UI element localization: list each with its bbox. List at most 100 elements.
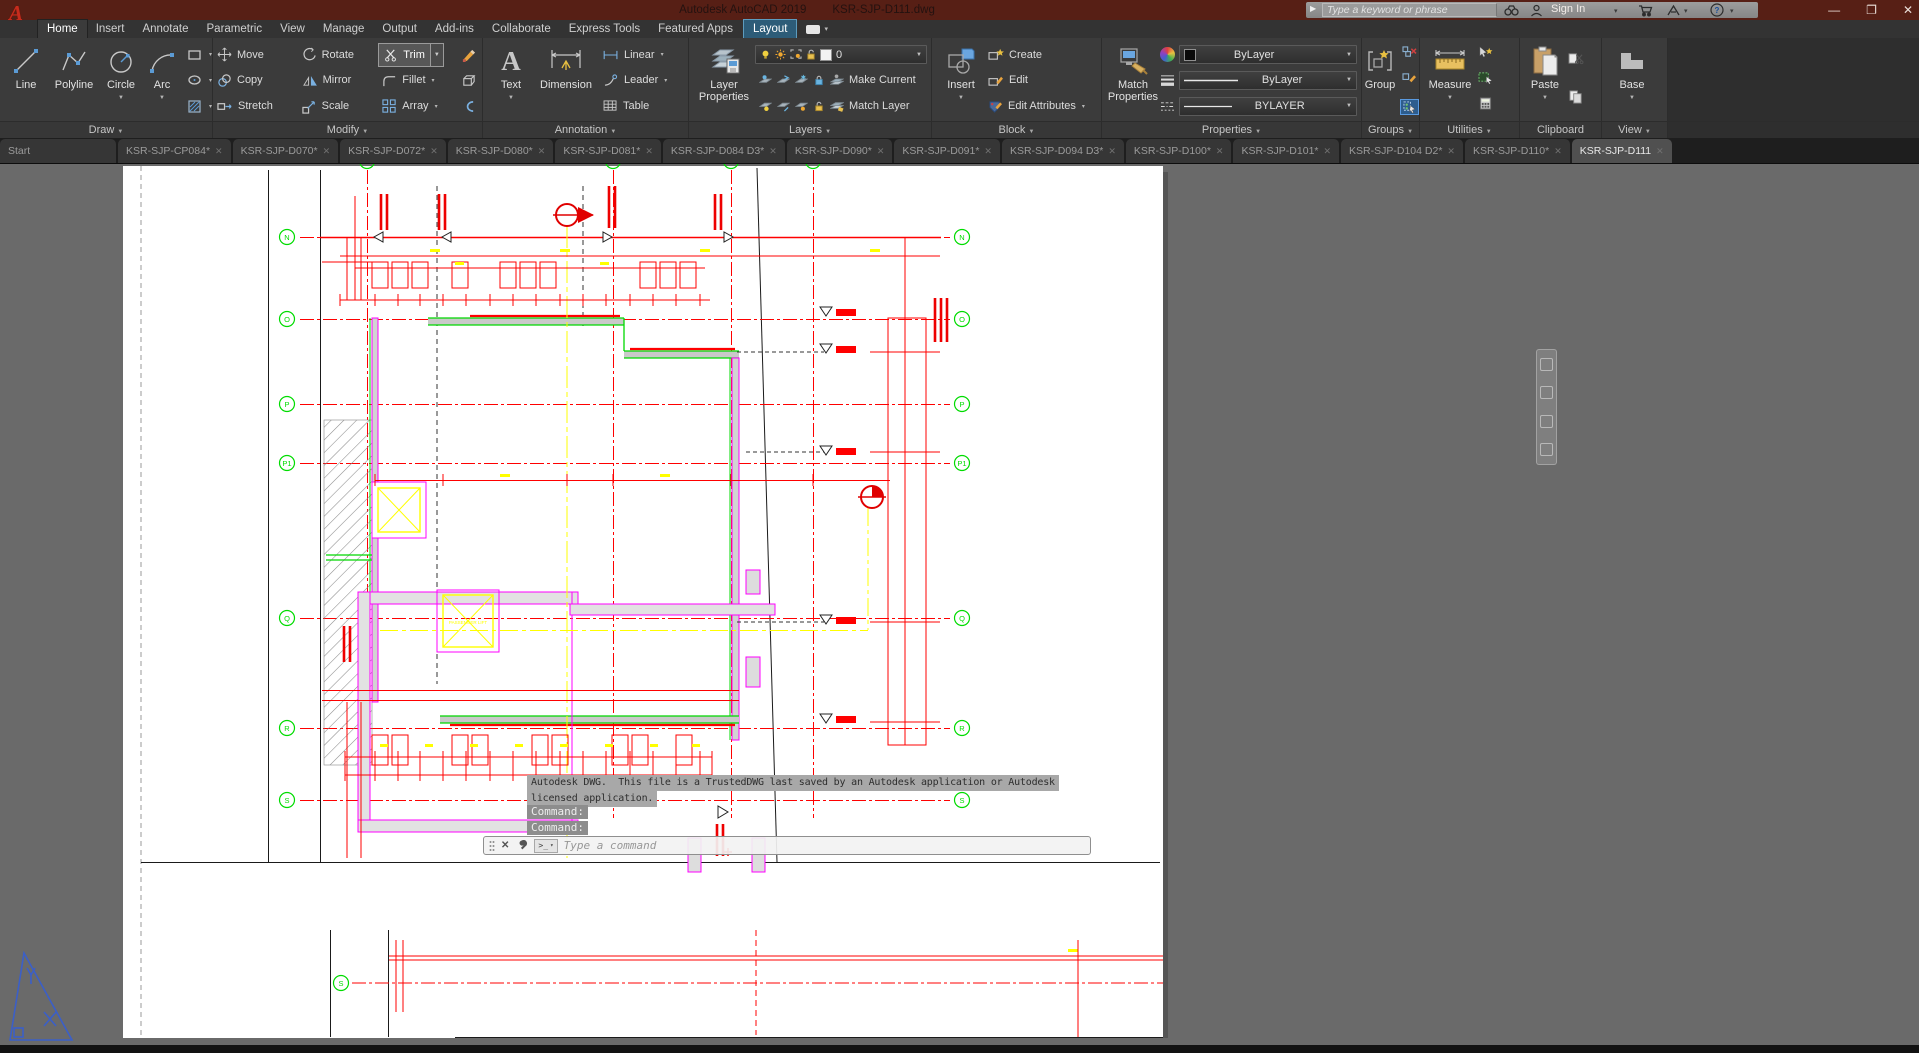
nav-zoom-icon[interactable] [1540, 415, 1553, 428]
join-button[interactable] [457, 94, 480, 118]
quick-select-button[interactable] [1478, 71, 1493, 89]
close-tab-icon[interactable]: ✕ [323, 146, 331, 157]
nav-wheel-icon[interactable] [1540, 358, 1553, 371]
tab-add-ins[interactable]: Add-ins [426, 20, 483, 38]
create-block-button[interactable]: Create [984, 43, 1098, 67]
command-input[interactable] [564, 839, 1085, 852]
layer-dropdown[interactable]: 0 ▼ [755, 45, 927, 64]
panel-label-view[interactable]: View ▼ [1602, 122, 1668, 139]
command-customize-wrench-icon[interactable] [515, 839, 528, 852]
table-button[interactable]: Table [599, 94, 685, 118]
tab-parametric[interactable]: Parametric [198, 20, 272, 38]
close-tab-icon[interactable]: ✕ [430, 146, 438, 157]
tab-manage[interactable]: Manage [314, 20, 374, 38]
line-button[interactable]: Line [4, 40, 48, 121]
ribbon-display-toggle[interactable]: ▾ [806, 20, 828, 38]
linetype-dropdown[interactable]: BYLAYER ▼ [1179, 97, 1357, 116]
sign-in-button[interactable]: Sign In [1551, 3, 1585, 15]
erase-button[interactable] [457, 43, 480, 67]
group-button[interactable]: Group [1362, 40, 1398, 121]
tab-express-tools[interactable]: Express Tools [560, 20, 649, 38]
help-search-input[interactable] [1322, 3, 1497, 17]
file-tab-active[interactable]: KSR-SJP-D111✕ [1572, 139, 1672, 163]
minimize-button[interactable]: — [1828, 3, 1840, 17]
sign-in-caret-icon[interactable]: ▾ [1614, 7, 1618, 15]
file-tab[interactable]: KSR-SJP-D101*✕ [1233, 139, 1339, 163]
array-button[interactable]: Array ▾ [378, 94, 455, 118]
make-current-button[interactable]: Make Current [755, 70, 927, 90]
edit-block-button[interactable]: Edit [984, 68, 1098, 92]
base-button[interactable]: Base ▼ [1610, 40, 1654, 121]
rotate-button[interactable]: Rotate [298, 43, 379, 67]
cut-button[interactable] [1568, 52, 1584, 70]
infocenter-collapse-icon[interactable]: ▶ [1310, 4, 1316, 13]
close-tab-icon[interactable]: ✕ [1324, 146, 1332, 157]
command-grip-handle[interactable] [489, 840, 495, 852]
close-tab-icon[interactable]: ✕ [538, 146, 546, 157]
ungroup-button[interactable] [1402, 46, 1417, 64]
close-tab-icon[interactable]: ✕ [645, 146, 653, 157]
tab-view[interactable]: View [271, 20, 314, 38]
match-properties-button[interactable]: Match Properties [1106, 40, 1160, 121]
user-icon[interactable] [1530, 2, 1543, 18]
copy-clip-button[interactable] [1569, 90, 1584, 109]
paste-button[interactable]: Paste ▼ [1524, 40, 1566, 121]
close-tab-icon[interactable]: ✕ [1447, 146, 1455, 157]
close-tab-icon[interactable]: ✕ [1554, 146, 1562, 157]
insert-button[interactable]: Insert ▼ [938, 40, 984, 121]
tab-output[interactable]: Output [373, 20, 426, 38]
search-binoculars-icon[interactable] [1504, 2, 1519, 18]
file-tab[interactable]: KSR-SJP-D084 D3*✕ [663, 139, 785, 163]
tab-featured-apps[interactable]: Featured Apps [649, 20, 742, 38]
circle-button[interactable]: Circle ▼ [100, 40, 142, 121]
quick-calculator-button[interactable] [1479, 97, 1492, 115]
match-layer-button[interactable]: Match Layer [755, 96, 927, 116]
file-tab[interactable]: KSR-SJP-CP084*✕ [118, 139, 231, 163]
close-tab-icon[interactable]: ✕ [984, 146, 992, 157]
autocad-logo-icon[interactable]: A [3, 0, 29, 26]
file-tab[interactable]: KSR-SJP-D080*✕ [448, 139, 554, 163]
panel-label-layers[interactable]: Layers ▼ [689, 122, 932, 139]
close-tab-icon[interactable]: ✕ [769, 146, 777, 157]
tab-insert[interactable]: Insert [87, 20, 134, 38]
nav-pan-icon[interactable] [1540, 386, 1553, 399]
rectangle-tool-button[interactable]: ▾ [184, 43, 216, 67]
panel-label-groups[interactable]: Groups ▼ [1362, 122, 1420, 139]
command-line-bar[interactable]: ✕ >_▾ [483, 836, 1091, 855]
app-store-cart-icon[interactable] [1638, 2, 1653, 18]
fillet-button[interactable]: Fillet ▾ [378, 68, 455, 92]
file-tab[interactable]: KSR-SJP-D104 D2*✕ [1341, 139, 1463, 163]
panel-label-properties[interactable]: Properties ▼ [1102, 122, 1362, 139]
panel-label-clipboard[interactable]: Clipboard [1520, 122, 1602, 139]
file-tab[interactable]: KSR-SJP-D094 D3*✕ [1002, 139, 1124, 163]
color-wheel-icon[interactable] [1160, 47, 1175, 62]
hatch-tool-button[interactable]: ▾ [184, 94, 216, 118]
panel-label-annotation[interactable]: Annotation ▼ [483, 122, 689, 139]
object-color-dropdown[interactable]: ByLayer ▼ [1179, 45, 1357, 64]
layer-properties-button[interactable]: Layer Properties [693, 40, 755, 121]
file-tab[interactable]: KSR-SJP-D090*✕ [787, 139, 893, 163]
close-tab-icon[interactable]: ✕ [215, 146, 223, 157]
a360-caret-icon[interactable]: ▾ [1684, 7, 1688, 15]
scale-button[interactable]: Scale [298, 94, 379, 118]
id-point-button[interactable] [1478, 46, 1493, 64]
file-tab[interactable]: KSR-SJP-D110*✕ [1465, 139, 1570, 163]
polyline-button[interactable]: Polyline [48, 40, 100, 121]
tab-annotate[interactable]: Annotate [133, 20, 197, 38]
panel-label-modify[interactable]: Modify ▼ [213, 122, 483, 139]
linetype-icon[interactable] [1160, 100, 1175, 113]
close-tab-icon[interactable]: ✕ [877, 146, 885, 157]
help-caret-icon[interactable]: ▾ [1730, 7, 1734, 15]
close-button[interactable]: ✕ [1903, 3, 1913, 17]
autodesk-a360-icon[interactable] [1666, 2, 1681, 18]
linear-dimension-button[interactable]: Linear ▾ [599, 43, 685, 67]
lineweight-dropdown[interactable]: ByLayer ▼ [1179, 71, 1357, 90]
group-edit-button[interactable] [1402, 72, 1417, 90]
file-tab[interactable]: KSR-SJP-D091*✕ [894, 139, 1000, 163]
edit-attributes-button[interactable]: Edit Attributes ▾ [984, 94, 1098, 118]
group-selection-toggle[interactable] [1400, 99, 1419, 115]
arc-button[interactable]: Arc ▼ [142, 40, 182, 121]
file-tab[interactable]: KSR-SJP-D081*✕ [555, 139, 661, 163]
panel-label-utilities[interactable]: Utilities ▼ [1420, 122, 1520, 139]
mirror-button[interactable]: Mirror [298, 68, 379, 92]
